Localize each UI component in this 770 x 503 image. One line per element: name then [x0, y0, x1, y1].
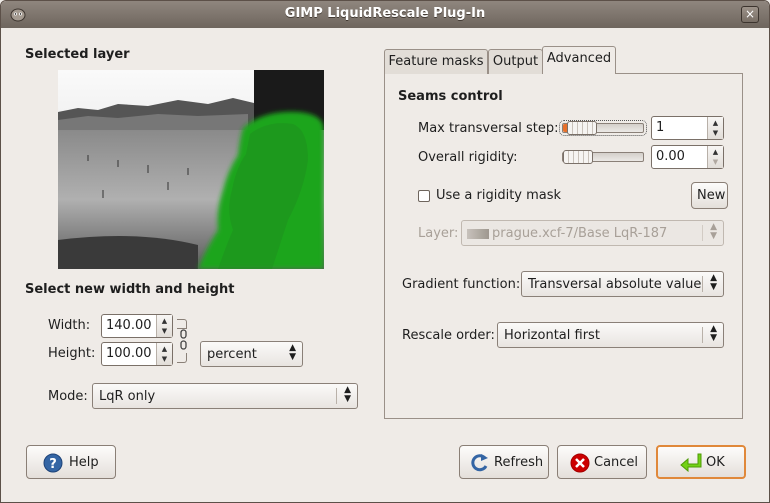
updown-arrows-icon: ▲ ▼ [344, 385, 351, 404]
chain-link-icon[interactable] [179, 329, 189, 351]
ok-button[interactable]: OK [656, 445, 746, 479]
refresh-button-label: Refresh [494, 455, 544, 470]
mode-select[interactable]: LqR only ▲ ▼ [92, 383, 358, 409]
spin-down-icon[interactable]: ▼ [708, 157, 723, 168]
chain-bracket-bottom [177, 353, 187, 363]
height-spinbox[interactable]: 100.00 ▲ ▼ [101, 342, 173, 366]
title-bar[interactable]: GIMP LiquidRescale Plug-In × [1, 1, 769, 28]
ok-arrow-icon [680, 453, 702, 472]
rescale-order-value: Horizontal first [504, 328, 600, 343]
new-mask-button[interactable]: New [691, 182, 728, 209]
cancel-button-label: Cancel [594, 455, 639, 470]
updown-arrows-icon: ▲ ▼ [710, 273, 717, 292]
rigidity-slider-knob[interactable] [563, 150, 593, 164]
cancel-button[interactable]: Cancel [557, 445, 647, 479]
size-heading: Select new width and height [25, 282, 235, 297]
spin-down-icon[interactable]: ▼ [157, 354, 172, 365]
rescale-order-label: Rescale order: [402, 328, 495, 343]
rigidity-mask-label[interactable]: Use a rigidity mask [436, 188, 561, 203]
window-title: GIMP LiquidRescale Plug-In [284, 6, 486, 21]
unit-select[interactable]: percent ▲ ▼ [200, 341, 303, 367]
refresh-button[interactable]: Refresh [459, 445, 549, 479]
gradient-label: Gradient function: [402, 277, 521, 292]
gradient-value: Transversal absolute value [528, 277, 702, 292]
unit-value: percent [207, 347, 257, 362]
rescale-order-select[interactable]: Horizontal first ▲ ▼ [497, 322, 724, 348]
layer-label: Layer: [418, 226, 459, 241]
rigidity-mask-checkbox[interactable] [418, 190, 430, 202]
help-button[interactable]: ? Help [26, 445, 116, 479]
cancel-icon [570, 453, 590, 473]
layer-thumbnail-icon [467, 229, 489, 239]
help-icon: ? [43, 453, 63, 473]
width-value: 140.00 [106, 318, 152, 333]
rigidity-spinbox[interactable]: 0.00 ▲ ▼ [651, 145, 724, 169]
updown-arrows-icon: ▲ ▼ [289, 343, 296, 362]
tab-advanced[interactable]: Advanced [542, 46, 616, 74]
height-value: 100.00 [106, 346, 152, 361]
layer-value: prague.xcf-7/Base LqR-187 [492, 226, 668, 241]
ok-button-label: OK [706, 455, 725, 470]
max-step-slider-knob[interactable] [567, 121, 597, 135]
refresh-icon [471, 454, 488, 472]
selected-layer-heading: Selected layer [25, 47, 130, 62]
height-label: Height: [48, 346, 96, 361]
help-button-label: Help [69, 455, 99, 470]
tab-feature-masks[interactable]: Feature masks [384, 49, 488, 74]
rigidity-value: 0.00 [656, 149, 685, 164]
svg-text:?: ? [49, 457, 57, 472]
layer-preview-image [58, 70, 324, 269]
plugin-window: GIMP LiquidRescale Plug-In × Selected la… [0, 0, 770, 503]
updown-arrows-icon: ▲ ▼ [710, 222, 717, 241]
updown-arrows-icon: ▲ ▼ [710, 324, 717, 343]
rigidity-slider[interactable] [562, 150, 644, 164]
chain-bracket-top [177, 319, 187, 329]
mode-value: LqR only [99, 389, 156, 404]
spin-down-icon[interactable]: ▼ [708, 128, 723, 139]
rigidity-label: Overall rigidity: [418, 150, 518, 165]
layer-select: prague.xcf-7/Base LqR-187 ▲ ▼ [461, 220, 724, 246]
max-step-slider[interactable] [559, 120, 647, 136]
width-spinbox[interactable]: 140.00 ▲ ▼ [101, 314, 173, 338]
max-step-value: 1 [656, 120, 665, 135]
gradient-select[interactable]: Transversal absolute value ▲ ▼ [521, 271, 724, 297]
mode-label: Mode: [48, 389, 88, 404]
seams-control-heading: Seams control [398, 89, 503, 104]
new-button-label: New [697, 188, 726, 203]
max-step-spinbox[interactable]: 1 ▲ ▼ [651, 116, 724, 140]
width-label: Width: [48, 318, 91, 333]
tab-output[interactable]: Output [488, 49, 543, 74]
close-icon[interactable]: × [741, 6, 759, 23]
spin-down-icon[interactable]: ▼ [157, 326, 172, 337]
max-step-label: Max transversal step: [418, 121, 559, 136]
